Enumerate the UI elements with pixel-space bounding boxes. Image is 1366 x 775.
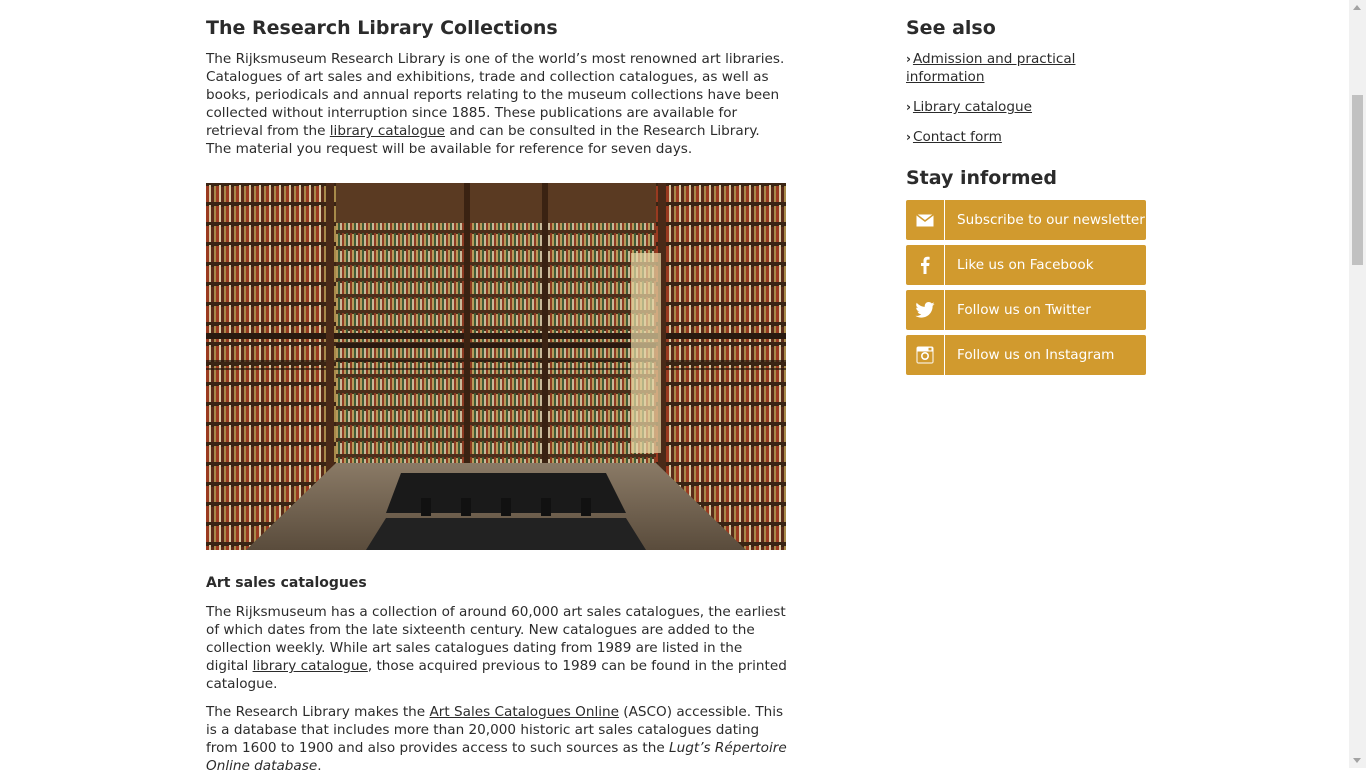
vertical-scrollbar[interactable]: [1349, 0, 1366, 768]
main-content: The Research Library Collections The Rij…: [206, 0, 788, 775]
art-sales-heading: Art sales catalogues: [206, 575, 367, 591]
newsletter-label: Subscribe to our newsletter: [957, 212, 1145, 228]
art-sales-paragraph-1: The Rijksmuseum has a collection of arou…: [206, 604, 787, 692]
art-sales-paragraph-2: The Research Library makes the Art Sales…: [206, 704, 787, 774]
chevron-right-icon: ›: [906, 100, 911, 114]
sidebar: See also › Admission and practical inform…: [906, 0, 1146, 380]
facebook-label: Like us on Facebook: [957, 257, 1094, 273]
social-buttons: Subscribe to our newsletter Like us on F…: [906, 200, 1146, 375]
twitter-icon: [906, 290, 945, 330]
facebook-icon: [906, 245, 945, 285]
library-photo: [206, 183, 786, 550]
instagram-label: Follow us on Instagram: [957, 347, 1115, 363]
scroll-thumb[interactable]: [1352, 95, 1363, 265]
admission-link[interactable]: Admission and practical information: [906, 51, 1075, 85]
envelope-icon: [906, 200, 945, 240]
scroll-up-arrow-icon[interactable]: [1353, 5, 1361, 10]
chevron-right-icon: ›: [906, 130, 911, 144]
asco-link[interactable]: Art Sales Catalogues Online: [430, 704, 619, 720]
scroll-down-arrow-icon[interactable]: [1353, 758, 1361, 763]
see-also-list: › Admission and practical information › Li…: [906, 50, 1146, 146]
stay-informed-title: Stay informed: [906, 167, 1058, 189]
see-also-item: › Admission and practical information: [906, 50, 1146, 86]
instagram-button[interactable]: Follow us on Instagram: [906, 335, 1146, 375]
see-also-item: › Contact form: [906, 128, 1146, 146]
see-also-item: › Library catalogue: [906, 98, 1146, 116]
newsletter-button[interactable]: Subscribe to our newsletter: [906, 200, 1146, 240]
contact-form-link[interactable]: Contact form: [913, 129, 1002, 145]
library-catalogue-link[interactable]: library catalogue: [330, 123, 445, 139]
instagram-icon: [906, 335, 945, 375]
library-catalogue-sidebar-link[interactable]: Library catalogue: [913, 99, 1032, 115]
intro-paragraph: The Rijksmuseum Research Library is one …: [206, 51, 785, 157]
twitter-button[interactable]: Follow us on Twitter: [906, 290, 1146, 330]
twitter-label: Follow us on Twitter: [957, 302, 1091, 318]
see-also-title: See also: [906, 17, 996, 39]
chevron-right-icon: ›: [906, 52, 911, 66]
page-title: The Research Library Collections: [206, 17, 558, 39]
library-catalogue-link-2[interactable]: library catalogue: [253, 658, 368, 674]
facebook-button[interactable]: Like us on Facebook: [906, 245, 1146, 285]
